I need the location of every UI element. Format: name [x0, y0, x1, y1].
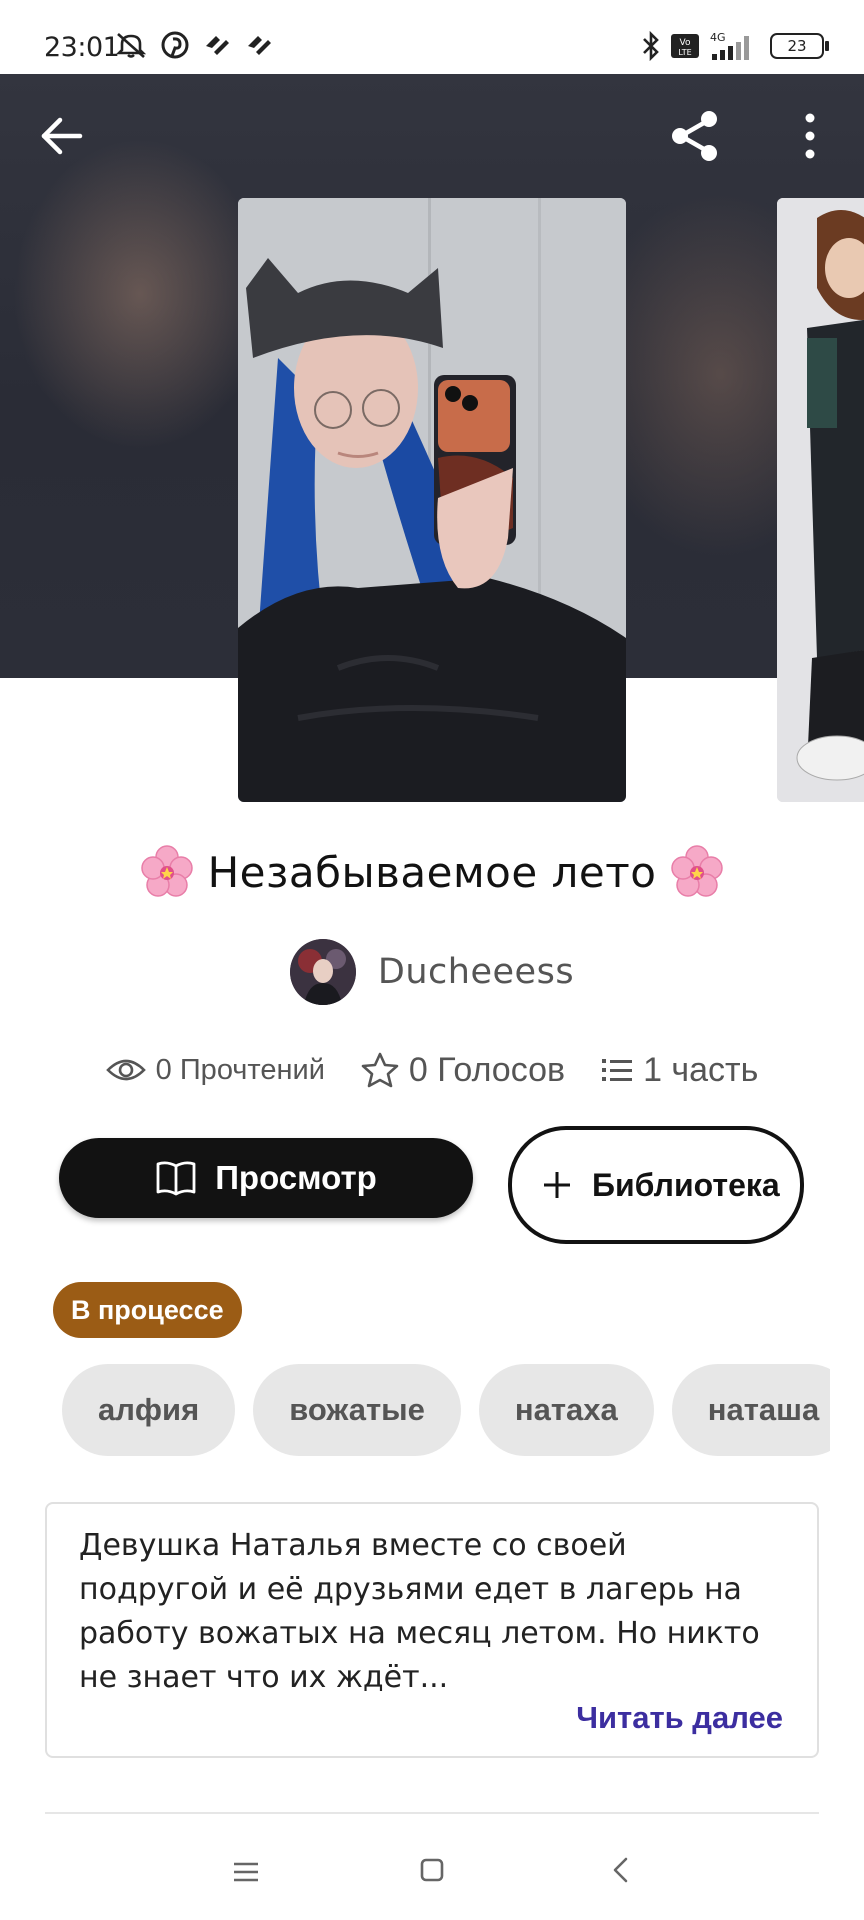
- status-badge: В процессе: [53, 1282, 242, 1338]
- stats-row: 0 Прочтений 0 Голосов 1 часть: [0, 1046, 864, 1094]
- reads-count: 0 Прочтений: [155, 1053, 325, 1086]
- list-icon: [602, 1059, 633, 1081]
- description-card[interactable]: Девушка Наталья вместе со своей подругой…: [45, 1502, 819, 1758]
- eye-icon: [105, 1059, 146, 1081]
- pinterest-icon: [161, 31, 189, 59]
- section-divider: [45, 1812, 819, 1814]
- home-icon[interactable]: [416, 1854, 448, 1886]
- parts-stat: 1 часть: [601, 1051, 758, 1090]
- next-cover-illustration: [777, 198, 864, 802]
- description-text: Девушка Наталья вместе со своей подругой…: [79, 1528, 760, 1695]
- avatar-image: [289, 939, 356, 1005]
- mute-icon: [115, 33, 147, 58]
- tag-chip[interactable]: вожатые: [253, 1364, 461, 1456]
- back-arrow-icon[interactable]: [36, 110, 88, 162]
- tags-row[interactable]: алфия вожатые натаха наташа: [62, 1364, 830, 1456]
- tag-chip[interactable]: алфия: [62, 1364, 236, 1456]
- add-to-library-button[interactable]: Библиотека: [508, 1126, 804, 1244]
- parts-count: 1 часть: [643, 1050, 759, 1089]
- menu-icon[interactable]: [230, 1856, 262, 1888]
- next-story-cover[interactable]: [777, 198, 864, 802]
- story-title: Незабываемое лето: [207, 848, 657, 897]
- story-title-row: Незабываемое лето: [0, 844, 864, 899]
- more-vertical-icon[interactable]: [790, 110, 830, 162]
- votes-stat: 0 Голосов: [361, 1051, 565, 1090]
- status-time: 23:01: [44, 32, 120, 63]
- tag-chip[interactable]: наташа: [671, 1364, 830, 1456]
- svg-text:LTE: LTE: [678, 48, 691, 57]
- nav-back-icon[interactable]: [606, 1854, 638, 1886]
- author-name[interactable]: Ducheeess: [378, 952, 574, 992]
- book-icon: [156, 1161, 196, 1196]
- system-nav-bar: [0, 1826, 864, 1920]
- star-icon: [361, 1052, 399, 1088]
- author-avatar[interactable]: [289, 939, 356, 1005]
- app-icon: [206, 36, 229, 55]
- volte-icon: Vo LTE: [671, 34, 699, 58]
- bluetooth-icon: [643, 30, 659, 62]
- svg-text:4G: 4G: [710, 31, 726, 44]
- status-bar: 23:01 Vo LTE 4G 23: [0, 0, 864, 74]
- status-right-icons: Vo LTE 4G 23: [640, 30, 829, 62]
- share-icon[interactable]: [664, 105, 726, 167]
- app-icon: [248, 36, 271, 55]
- read-more-link[interactable]: Читать далее: [576, 1700, 783, 1736]
- votes-count: 0 Голосов: [408, 1050, 566, 1089]
- reads-stat: 0 Прочтений: [105, 1053, 325, 1087]
- read-button[interactable]: Просмотр: [59, 1138, 473, 1218]
- cherry-blossom-icon: [671, 844, 724, 897]
- cover-illustration: [238, 198, 626, 802]
- cherry-blossom-icon: [140, 844, 193, 897]
- library-button-label: Библиотека: [592, 1167, 780, 1203]
- read-button-label: Просмотр: [215, 1159, 377, 1196]
- status-left-icons: [114, 30, 274, 60]
- signal-icon: 4G: [710, 31, 749, 60]
- battery-icon: 23: [770, 33, 829, 59]
- story-cover[interactable]: [238, 198, 626, 802]
- tag-chip[interactable]: натаха: [478, 1364, 654, 1456]
- svg-text:Vo: Vo: [680, 38, 691, 48]
- author-row[interactable]: Ducheeess: [0, 938, 864, 1006]
- plus-icon: [544, 1172, 570, 1198]
